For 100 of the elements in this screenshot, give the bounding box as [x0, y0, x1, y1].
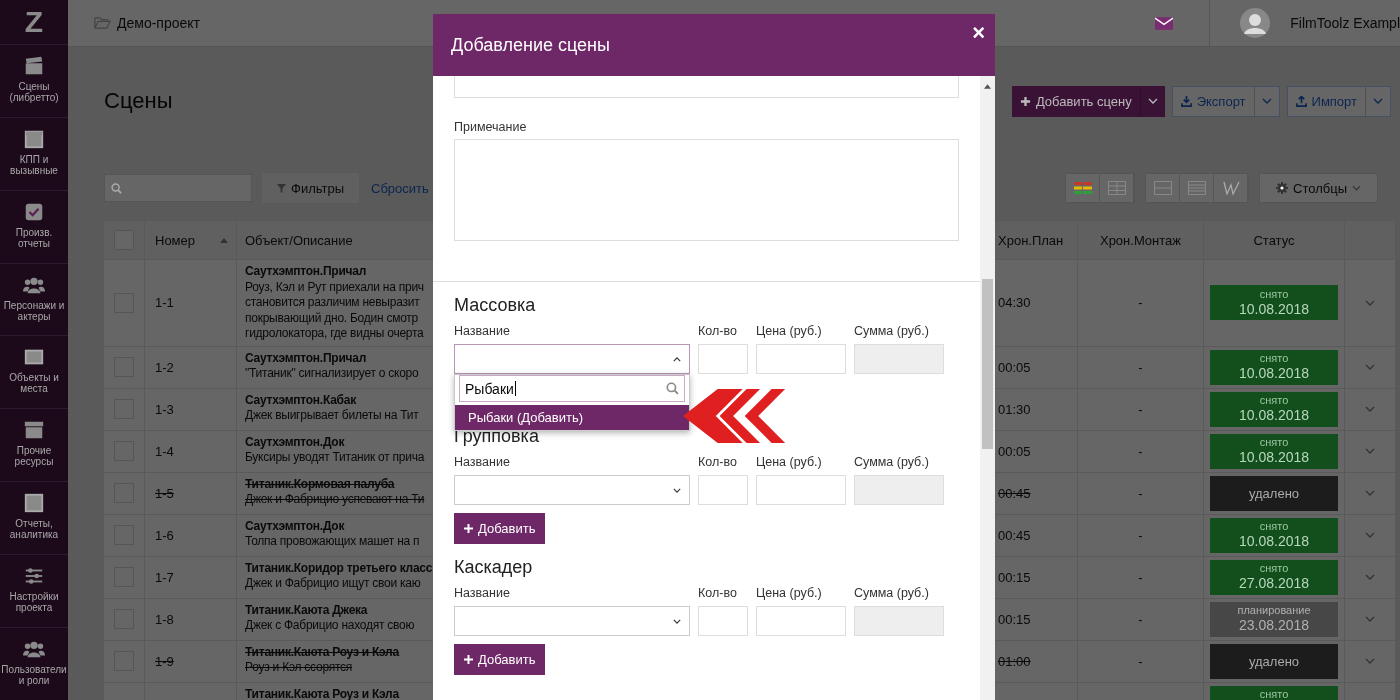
name-select[interactable]	[454, 344, 690, 374]
sidebar-label: Настройки проекта	[8, 591, 60, 614]
caret-up-icon	[673, 356, 681, 362]
sidebar-item[interactable]: Персонажи и актеры	[0, 262, 68, 336]
scene-number: 1-3	[155, 401, 174, 417]
scene-title: Титаник.Каюта Роуз и Кэла	[245, 644, 399, 660]
clapperboard-icon	[23, 54, 45, 77]
sum-field[interactable]	[854, 606, 944, 636]
scene-number: 1-9	[155, 653, 174, 669]
scene-description: Джек и Фабрицио успевают на Ти	[245, 492, 425, 508]
scene-description: "Титаник" сигнализирует о скоро	[245, 366, 419, 382]
text-area[interactable]	[454, 76, 959, 98]
planned-duration: 00:45	[998, 527, 1031, 543]
scene-description: Джек выигрывает билеты на Тит	[245, 408, 419, 424]
chevron-down-icon[interactable]	[1365, 299, 1375, 306]
field-label: Цена (руб.)	[756, 455, 823, 469]
planned-duration: 00:05	[998, 359, 1031, 375]
search-field[interactable]	[104, 174, 252, 202]
sidebar-item[interactable]: Сцены (либретто)	[0, 43, 68, 117]
scene-description: Роуз, Кэл и Рут приехали на прич становится различим невыразит покрывающий дно. Бодин смотр гидролокатора, где видны очерта	[245, 279, 424, 342]
price-field[interactable]	[756, 344, 846, 374]
scene-description: Толпа провожающих машет на п	[245, 534, 420, 550]
sum-field[interactable]	[854, 344, 944, 374]
add-scene-button[interactable]: Добавить сцену	[1011, 85, 1140, 117]
sidebar-item[interactable]: Прочие ресурсы	[0, 408, 68, 482]
scrollbar-thumb[interactable]	[982, 279, 993, 449]
field-label: Примечание	[454, 120, 528, 134]
italic-w-icon	[1221, 181, 1240, 195]
search-icon	[111, 182, 122, 194]
edit-duration: -	[1138, 359, 1143, 375]
gear-icon	[1276, 182, 1289, 194]
field-label: Сумма (руб.)	[854, 586, 930, 600]
lines-icon	[1187, 181, 1206, 195]
quantity-field[interactable]	[698, 344, 748, 374]
mail-icon[interactable]	[1155, 16, 1174, 30]
chevron-down-icon[interactable]	[1365, 658, 1375, 664]
scene-description: Роуз и Кэл ссорятся	[245, 660, 353, 676]
planned-duration: 04:30	[998, 295, 1031, 311]
field-label: Название	[454, 324, 511, 338]
field-label: Сумма (руб.)	[854, 455, 930, 469]
chevron-down-icon[interactable]	[1365, 490, 1375, 496]
chevron-down-icon[interactable]	[1365, 616, 1375, 622]
price-field[interactable]	[756, 606, 846, 636]
sidebar-label: Прочие ресурсы	[13, 445, 55, 468]
chevron-down-icon[interactable]	[1365, 364, 1375, 370]
scene-description: Буксиры уводят Титаник от прича	[245, 450, 425, 466]
dropdown-search-field[interactable]: Рыбаки	[459, 375, 685, 402]
dropdown-option[interactable]: Рыбаки (Добавить)	[455, 405, 689, 430]
sidebar-item[interactable]: Пользователи и роли	[0, 627, 68, 700]
grid-icon	[1107, 181, 1126, 195]
plus-icon	[1019, 95, 1031, 107]
sidebar-item[interactable]: Настройки проекта	[0, 554, 68, 628]
sidebar-item[interactable]: Произв. отчеты	[0, 189, 68, 263]
edit-duration: -	[1138, 295, 1143, 311]
field-label: Кол-во	[698, 586, 738, 600]
plus-icon	[464, 524, 473, 533]
add-button[interactable]: Добавить	[454, 644, 546, 675]
close-button[interactable]: ×	[972, 20, 985, 46]
scene-title: Титаник.Каюта Джека	[245, 602, 368, 618]
chevron-down-icon[interactable]	[1365, 406, 1375, 412]
scrollbar[interactable]	[980, 76, 995, 700]
note-field[interactable]	[454, 139, 959, 241]
chevron-down-icon[interactable]	[1365, 574, 1375, 580]
avatar-icon[interactable]	[1240, 8, 1271, 38]
name-select[interactable]	[454, 475, 690, 505]
sum-field[interactable]	[854, 475, 944, 505]
name-select[interactable]	[454, 606, 690, 636]
chevron-down-icon[interactable]	[1365, 448, 1375, 454]
scene-title: Титаник.Каюта Роуз и Кэла	[245, 686, 399, 700]
sidebar-item[interactable]: Объекты и места	[0, 335, 68, 409]
chevron-down-icon[interactable]	[1365, 532, 1375, 538]
price-field[interactable]	[756, 475, 846, 505]
sidebar-item[interactable]: Отчеты, аналитика	[0, 481, 68, 555]
add-button[interactable]: Добавить	[454, 513, 546, 544]
scene-title: Саутхэмптон.Причал	[245, 350, 367, 366]
split-button[interactable]: Добавить сцену	[1011, 85, 1165, 117]
status-badge: снято 10.08.2018	[1210, 517, 1338, 553]
modal-title: Добавление сцены	[451, 34, 611, 56]
app-logo[interactable]: Z	[0, 0, 68, 44]
color-grid-icon	[1073, 182, 1092, 194]
folder-icon	[94, 16, 111, 30]
sidebar-item[interactable]: КПП и вызывные	[0, 116, 68, 190]
sort-up-icon[interactable]	[220, 237, 228, 243]
sidebar-label: Отчеты, аналитика	[8, 518, 60, 541]
filter-icon	[277, 183, 286, 193]
quantity-field[interactable]	[698, 606, 748, 636]
caret-icon	[1261, 98, 1272, 104]
field-label: Цена (руб.)	[756, 586, 823, 600]
scene-number: 1-4	[155, 443, 174, 459]
scroll-up-icon[interactable]	[984, 84, 991, 89]
planned-duration: 00:15	[998, 569, 1031, 585]
field-label: Сумма (руб.)	[854, 324, 930, 338]
scene-description: Джек и Фабрицио ищут свои каю	[245, 576, 421, 592]
field-label: Название	[454, 455, 511, 469]
download-icon	[1180, 95, 1192, 107]
status-badge: планирование 23.08.2018	[1210, 601, 1338, 637]
sidebar-label: Объекты и места	[8, 372, 60, 395]
sidebar-label: КПП и вызывные	[9, 153, 59, 176]
quantity-field[interactable]	[698, 475, 748, 505]
scene-title: Саутхэмптон.Док	[245, 434, 345, 450]
